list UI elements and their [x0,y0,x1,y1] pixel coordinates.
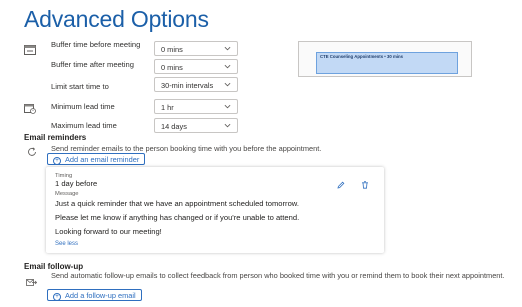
appointment-preview-text: CTE Counseling Appointments • 30 mins [320,54,403,59]
calendar-buffer-icon [24,42,36,55]
plus-icon: + [53,293,61,301]
add-followup-email-button[interactable]: + Add a follow-up email [47,289,142,301]
max-lead-dropdown[interactable]: 14 days [154,118,238,133]
add-email-reminder-button[interactable]: + Add an email reminder [47,153,146,165]
email-followup-description: Send automatic follow-up emails to colle… [51,271,505,280]
add-email-reminder-label: Add an email reminder [65,155,140,164]
email-followup-heading: Email follow-up [24,262,84,271]
limit-start-label: Limit start time to [51,82,109,91]
email-reminders-description: Send reminder emails to the person booki… [51,144,322,153]
timing-value: 1 day before [55,179,98,188]
buffer-before-value: 0 mins [161,45,183,54]
buffer-after-label: Buffer time after meeting [51,60,135,69]
buffer-before-dropdown[interactable]: 0 mins [154,41,238,56]
chevron-down-icon [224,123,231,128]
message-line-1: Just a quick reminder that we have an ap… [55,199,299,208]
buffer-after-dropdown[interactable]: 0 mins [154,59,238,74]
min-lead-label: Minimum lead time [51,102,115,111]
chevron-down-icon [224,64,231,69]
page-title: Advanced Options [24,6,209,32]
see-less-link[interactable]: See less [55,241,78,247]
min-lead-dropdown[interactable]: 1 hr [154,99,238,114]
buffer-before-label: Buffer time before meeting [51,40,141,49]
buffer-after-value: 0 mins [161,63,183,72]
message-line-2: Please let me know if anything has chang… [55,213,300,222]
chevron-down-icon [224,82,231,87]
trash-icon[interactable] [361,176,369,189]
limit-start-dropdown[interactable]: 30-min intervals [154,77,238,92]
add-followup-email-label: Add a follow-up email [65,291,136,300]
mail-forward-icon [26,274,38,286]
chevron-down-icon [224,104,231,109]
min-lead-value: 1 hr [161,103,174,112]
chevron-down-icon [224,46,231,51]
max-lead-value: 14 days [161,122,187,131]
limit-start-value: 30-min intervals [161,81,214,90]
calendar-clock-icon [24,101,36,114]
message-line-3: Looking forward to our meeting! [55,227,162,236]
message-label: Message [55,191,79,197]
pencil-icon[interactable] [337,176,345,189]
refresh-clock-icon [27,144,37,156]
max-lead-label: Maximum lead time [51,121,117,130]
email-reminders-heading: Email reminders [24,133,87,142]
plus-icon: + [53,157,61,165]
